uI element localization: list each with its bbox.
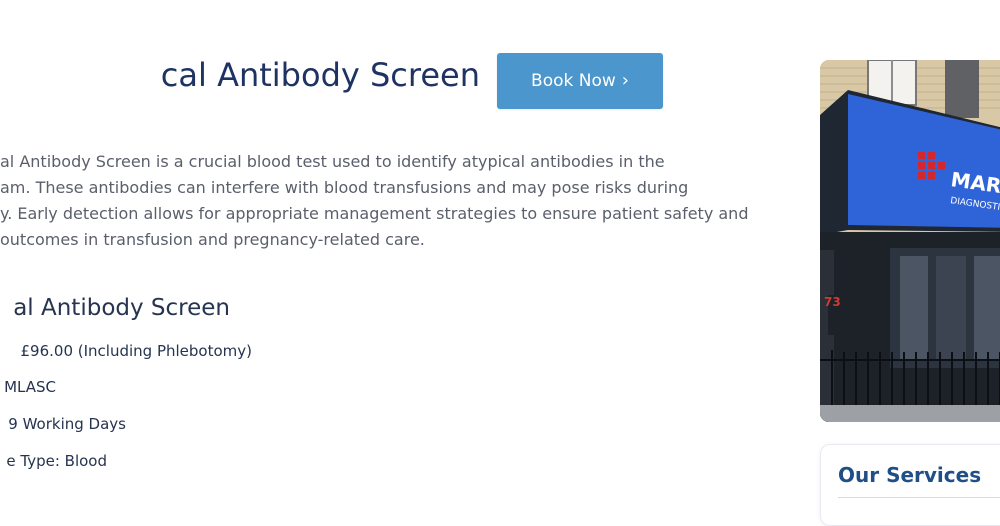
door-number: 73 <box>824 295 841 309</box>
chevron-right-icon: › <box>621 70 629 91</box>
description-line: outcomes in transfusion and pregnancy-re… <box>0 230 425 249</box>
test-description: al Antibody Screen is a crucial blood te… <box>0 149 760 253</box>
description-line: am. These antibodies can interfere with … <box>0 178 689 197</box>
our-services-card: Our Services <box>820 444 1000 526</box>
services-divider <box>838 497 1000 498</box>
clinic-storefront-photo: MARYL DIAGNOSTI 73 <box>820 60 1000 422</box>
description-line: al Antibody Screen is a crucial blood te… <box>0 152 665 171</box>
sample-type-detail: e Type: Blood <box>6 452 107 470</box>
our-services-title: Our Services <box>838 463 982 487</box>
description-line: y. Early detection allows for appropriat… <box>0 204 749 223</box>
price-detail: £96.00 (Including Phlebotomy) <box>20 342 253 360</box>
lab-detail: MLASC <box>4 378 56 396</box>
page-title: cal Antibody Screen <box>160 56 480 94</box>
book-now-button[interactable]: Book Now › <box>497 53 663 109</box>
section-subtitle: al Antibody Screen <box>13 295 230 321</box>
book-now-label: Book Now <box>531 71 616 91</box>
turnaround-detail: 9 Working Days <box>8 415 126 433</box>
